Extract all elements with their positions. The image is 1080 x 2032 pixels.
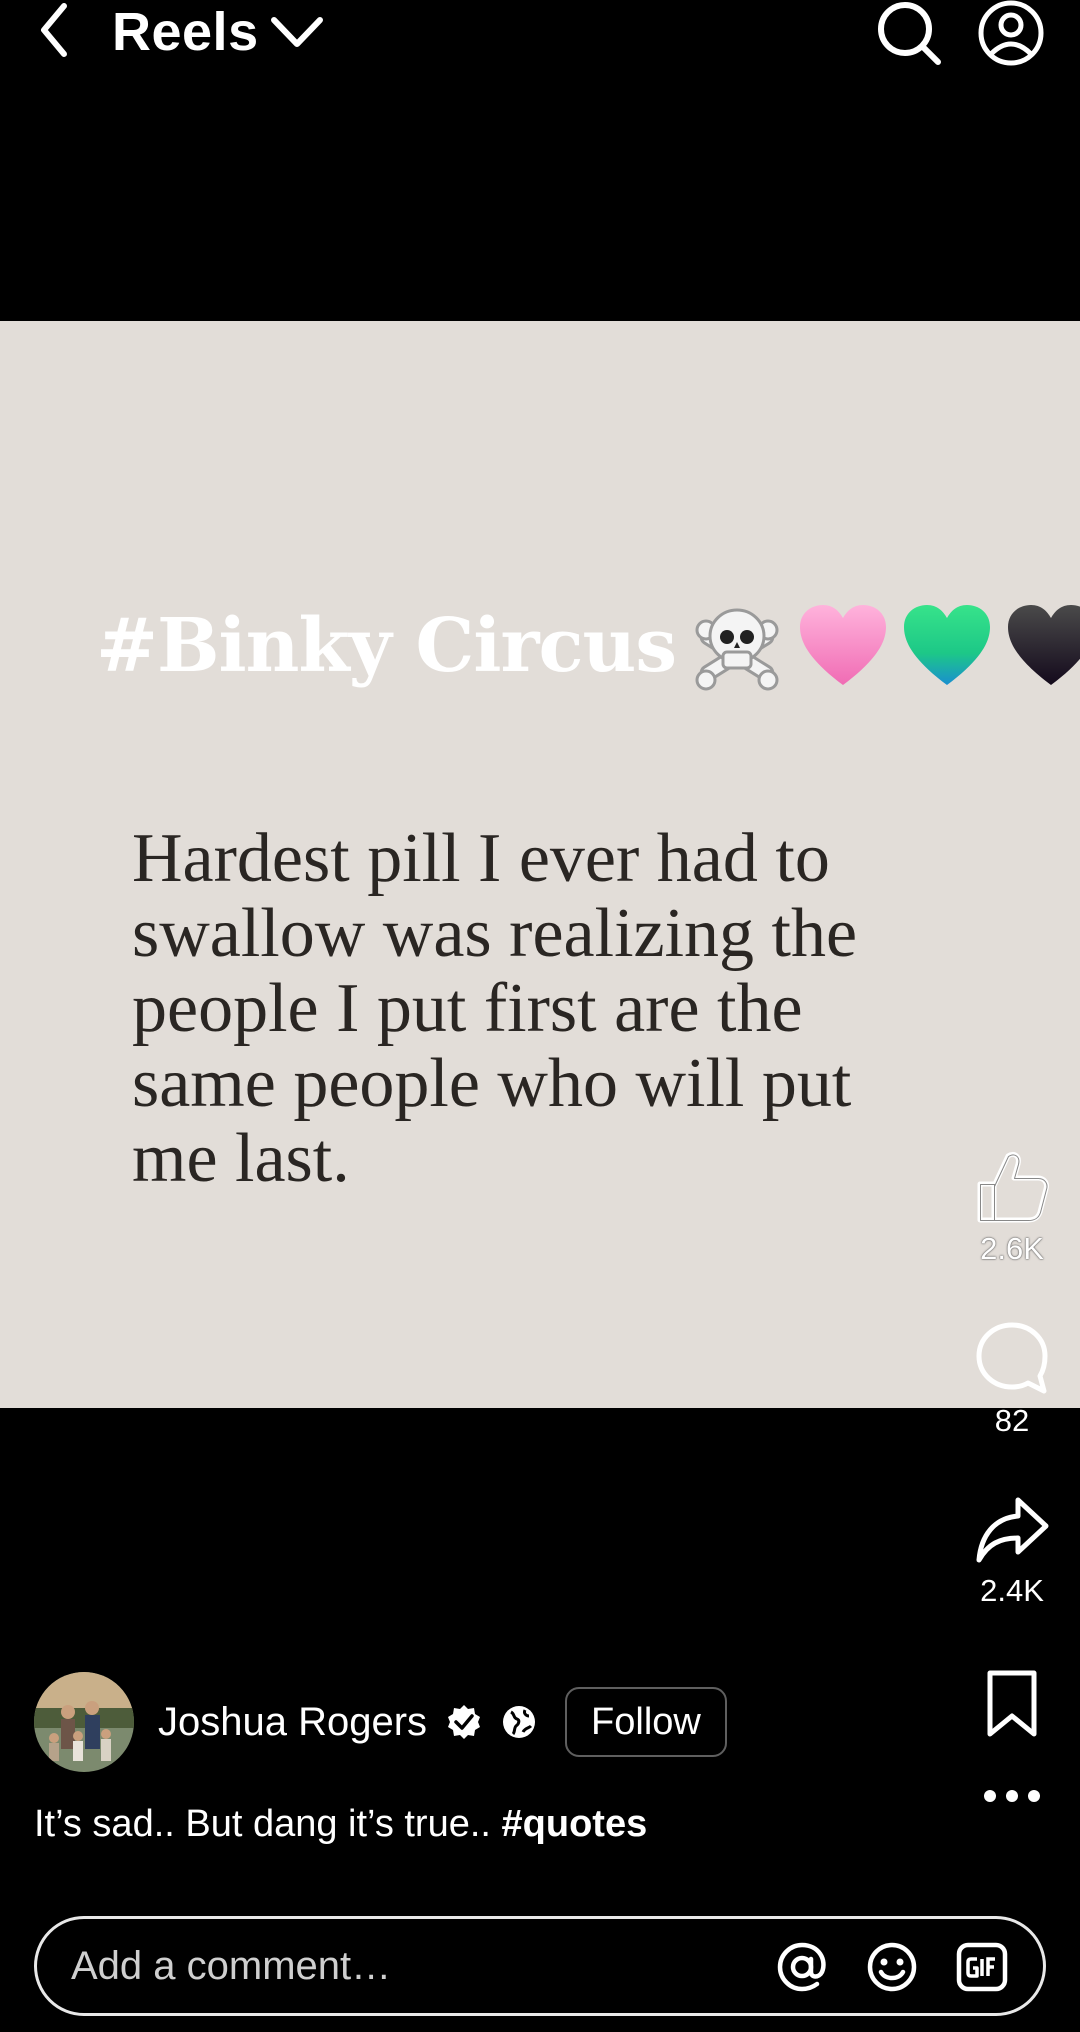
- quote-line: same people who will put: [132, 1045, 852, 1122]
- like-count: 2.6K: [980, 1231, 1044, 1266]
- avatar-photo: [34, 1672, 134, 1772]
- mention-button[interactable]: [775, 1940, 829, 1994]
- chevron-left-icon: [41, 3, 67, 57]
- thumbs-up-icon: [977, 1151, 1049, 1223]
- author-name[interactable]: Joshua Rogers: [158, 1700, 427, 1745]
- emoji-button[interactable]: [865, 1940, 919, 1994]
- back-button[interactable]: [34, 0, 74, 60]
- globe-icon: [503, 1706, 536, 1738]
- more-dots-icon: [984, 1790, 1040, 1802]
- share-button[interactable]: 2.4K: [960, 1494, 1064, 1610]
- more-options-button[interactable]: [960, 1786, 1064, 1806]
- comment-bar: [34, 1916, 1046, 2016]
- post-caption[interactable]: It’s sad.. But dang it’s true.. #quotes: [34, 1798, 647, 1850]
- verified-badge-icon: [448, 1705, 481, 1739]
- smiley-icon: [867, 1942, 917, 1992]
- chevron-down-icon: [271, 17, 323, 47]
- share-count: 2.4K: [980, 1573, 1044, 1608]
- pink-heart-icon: [800, 605, 887, 685]
- caption-hashtag[interactable]: #quotes: [502, 1803, 648, 1845]
- at-sign-icon: [777, 1942, 826, 1992]
- video-tag: #Binky Circus: [96, 591, 1080, 701]
- profile-button[interactable]: [976, 0, 1046, 66]
- comment-button[interactable]: 82: [960, 1320, 1064, 1440]
- caption-text: It’s sad.. But dang it’s true..: [34, 1803, 491, 1845]
- save-button[interactable]: [960, 1668, 1064, 1740]
- quote-line: Hardest pill I ever had to: [132, 820, 830, 897]
- video-tag-text: #Binky Circus: [96, 603, 677, 689]
- page-title[interactable]: Reels: [112, 0, 259, 64]
- search-button[interactable]: [876, 0, 942, 66]
- quote-line: swallow was realizing the: [132, 895, 858, 972]
- quote-text: Hardest pill I ever had to swallow was r…: [132, 821, 972, 1196]
- like-button[interactable]: 2.6K: [960, 1148, 1064, 1268]
- comment-input[interactable]: [71, 1919, 751, 2013]
- gif-button[interactable]: [955, 1940, 1009, 1994]
- green-heart-icon: [904, 605, 991, 685]
- quote-line: people I put first are the: [132, 970, 803, 1047]
- black-heart-icon: [1008, 605, 1080, 685]
- skull-crossbones-icon: [695, 608, 779, 691]
- avatar[interactable]: [34, 1672, 134, 1772]
- search-icon: [878, 2, 941, 65]
- author-row: Joshua Rogers Follow: [34, 1672, 727, 1772]
- top-bar: Reels: [0, 0, 1080, 70]
- user-circle-icon: [978, 0, 1044, 66]
- comment-count: 82: [994, 1403, 1030, 1438]
- share-arrow-icon: [976, 1497, 1049, 1563]
- comment-bubble-icon: [976, 1322, 1048, 1394]
- follow-button[interactable]: Follow: [565, 1687, 727, 1757]
- reel-video[interactable]: #Binky Circus Hardest pill I ever had to…: [0, 321, 1080, 1408]
- title-dropdown[interactable]: [268, 10, 326, 54]
- quote-line: me last.: [132, 1120, 350, 1197]
- gif-icon: [956, 1942, 1008, 1992]
- bookmark-icon: [987, 1670, 1037, 1737]
